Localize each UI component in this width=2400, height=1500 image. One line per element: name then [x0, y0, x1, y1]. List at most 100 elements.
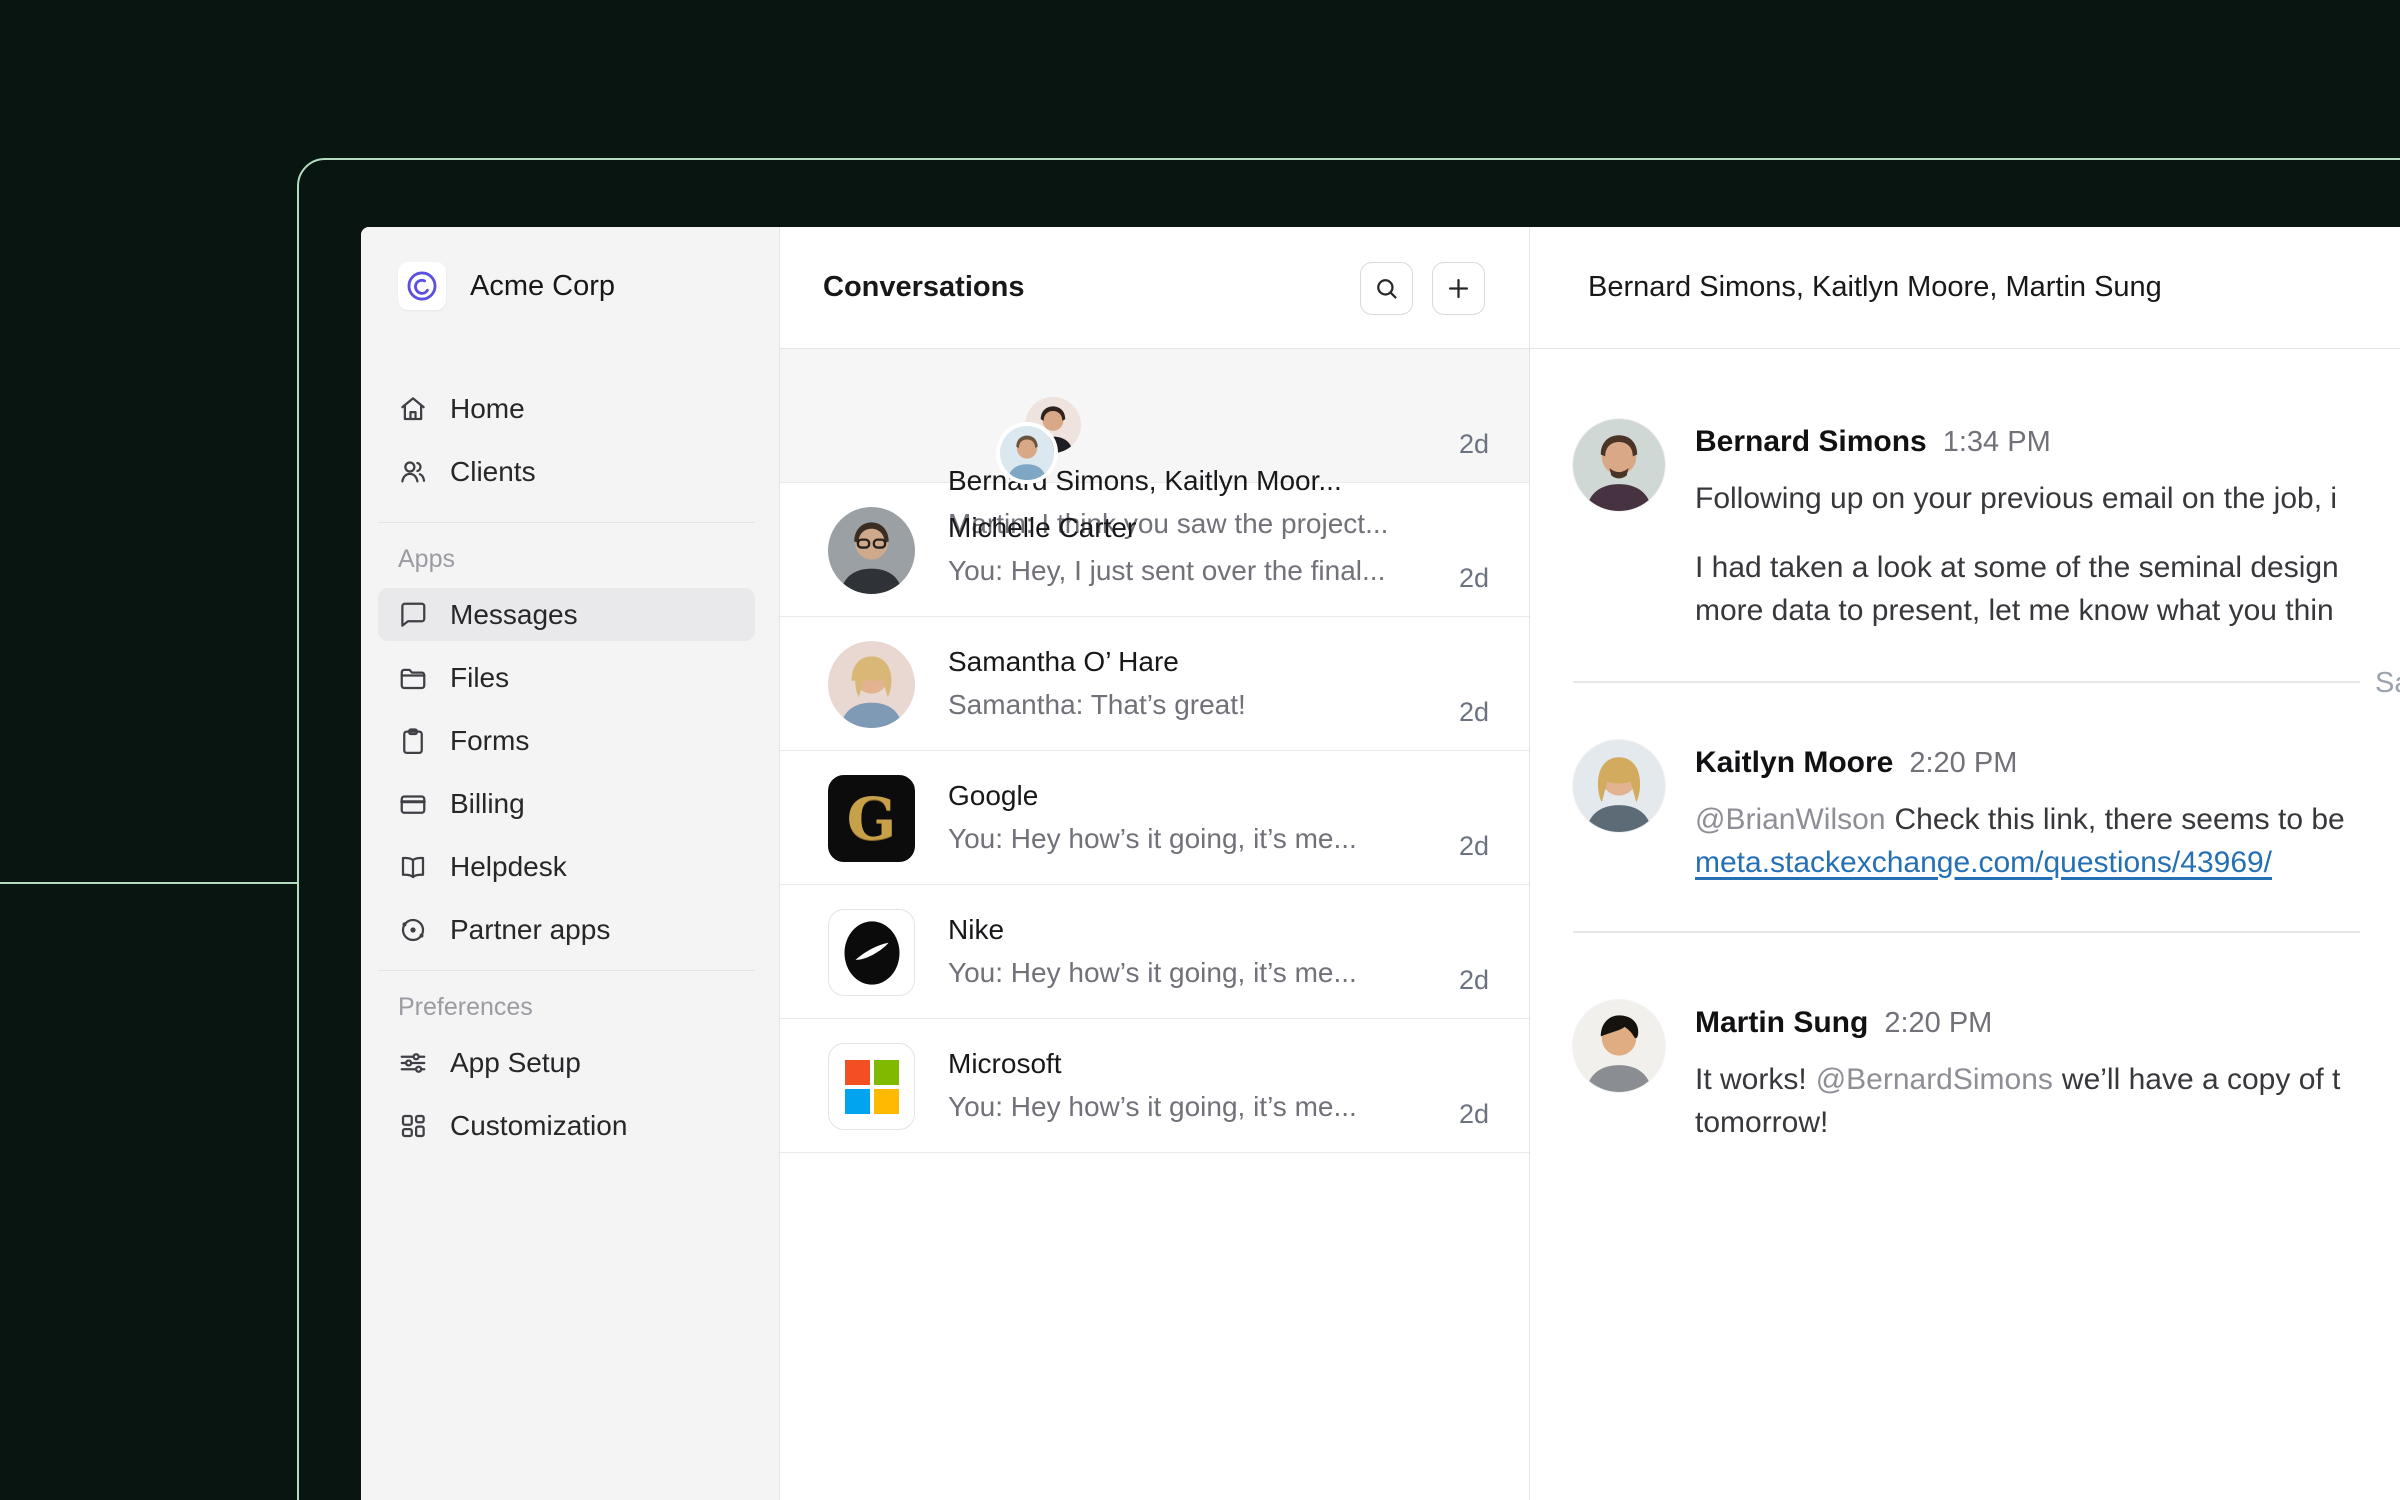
conversation-name: Microsoft — [948, 1048, 1062, 1079]
message-link-line: meta.stackexchange.com/questions/43969/ — [1695, 841, 2345, 884]
conversation-preview: Samantha: That’s great! — [948, 689, 1246, 720]
sidebar-item-label: App Setup — [450, 1046, 581, 1078]
sidebar-divider — [378, 970, 755, 971]
book-open-icon — [401, 856, 425, 878]
brand-name: Acme Corp — [470, 269, 616, 302]
chat-bubble-icon — [401, 602, 426, 627]
sliders-icon — [400, 1052, 426, 1073]
orbit-icon — [401, 918, 425, 941]
sidebar-item-customization[interactable]: Customization — [378, 1099, 755, 1152]
microsoft-logo — [828, 1043, 915, 1130]
sidebar-item-helpdesk[interactable]: Helpdesk — [378, 840, 755, 893]
sidebar-divider — [378, 522, 755, 523]
divider-label: Sa — [2375, 667, 2400, 699]
mention[interactable]: @BrianWilson — [1695, 803, 1886, 836]
message-text-fragment: It works! — [1695, 1063, 1807, 1096]
conversation-time: 2d — [1458, 429, 1489, 459]
sidebar-item-label: Files — [450, 661, 510, 693]
sidebar-item-files[interactable]: Files — [378, 651, 755, 704]
message-time: 1:34 PM — [1942, 426, 2051, 458]
message-kaitlyn-moore: Kaitlyn Moore 2:20 PM @BrianWilson Check t… — [1573, 740, 2345, 884]
sidebar-item-label: Clients — [450, 455, 536, 487]
conversations-title: Conversations — [823, 271, 1025, 303]
message-header: Kaitlyn Moore 2:20 PM — [1695, 744, 2345, 782]
date-divider — [1573, 917, 2400, 947]
conversation-item-samantha-ohare[interactable]: Samantha O’ Hare Samantha: That’s great!… — [780, 617, 1529, 751]
group-avatar — [996, 397, 1083, 484]
mention[interactable]: @BernardSimons — [1816, 1063, 2053, 1096]
sidebar-item-billing[interactable]: Billing — [378, 777, 755, 830]
message-header: Bernard Simons 1:34 PM — [1695, 423, 2339, 461]
conversation-preview: You: Hey how’s it going, it’s me... — [948, 957, 1357, 988]
new-conversation-button[interactable] — [1432, 262, 1485, 315]
date-divider: Sa — [1573, 667, 2400, 699]
avatar — [1573, 1000, 1665, 1092]
message-text-fragment: we’ll have a copy of t — [2061, 1063, 2341, 1096]
layout-grid-icon — [401, 1114, 425, 1137]
sidebar-item-label: Billing — [450, 787, 525, 819]
brand-logo-icon — [398, 262, 446, 310]
conversation-name: Nike — [948, 914, 1005, 945]
message-text: @BrianWilson Check this link, there seems… — [1695, 798, 2345, 841]
avatar — [828, 641, 915, 728]
message-author: Bernard Simons — [1695, 425, 1927, 458]
brand-row: Acme Corp — [361, 262, 779, 310]
sidebar-item-label: Customization — [450, 1109, 628, 1141]
message-text: I had taken a look at some of the semina… — [1695, 551, 2339, 584]
message-text: more data to present, let me know what y… — [1695, 594, 2334, 627]
divider-line — [1573, 931, 2360, 933]
chat-title: Bernard Simons, Kaitlyn Moore, Martin Su… — [1588, 271, 2162, 303]
sidebar-item-messages[interactable]: Messages — [378, 588, 755, 641]
app-window: Acme Corp Home Clients Apps Messages Fil… — [361, 227, 2400, 1500]
message-bernard-simons: Bernard Simons 1:34 PM Following up on yo… — [1573, 419, 2339, 632]
sidebar-item-app-setup[interactable]: App Setup — [378, 1036, 755, 1089]
conversation-item-google[interactable]: G Google You: Hey how’s it going, it’s m… — [780, 751, 1529, 885]
conversation-preview: You: Hey how’s it going, it’s me... — [948, 1091, 1357, 1122]
sidebar-item-forms[interactable]: Forms — [378, 714, 755, 767]
message-text: It works! @BernardSimons we’ll have a copy… — [1695, 1058, 2340, 1101]
message-header: Martin Sung 2:20 PM — [1695, 1004, 2340, 1042]
avatar — [828, 507, 915, 594]
message-author: Martin Sung — [1695, 1006, 1869, 1039]
message-time: 2:20 PM — [1909, 747, 2018, 779]
avatar — [1573, 419, 1665, 511]
divider-line — [1573, 681, 2360, 683]
conversation-preview: You: Hey how’s it going, it’s me... — [948, 823, 1357, 854]
conversation-time: 2d — [1458, 965, 1489, 995]
plus-icon — [1448, 278, 1469, 299]
google-logo: G — [828, 775, 915, 862]
sidebar-item-home[interactable]: Home — [378, 382, 755, 435]
credit-card-icon — [400, 794, 426, 814]
sidebar: Acme Corp Home Clients Apps Messages Fil… — [361, 227, 780, 1500]
home-icon — [401, 396, 425, 420]
sidebar-item-partner-apps[interactable]: Partner apps — [378, 903, 755, 956]
conversation-item-group[interactable]: Bernard Simons, Kaitlyn Moor... Martin: … — [780, 349, 1529, 539]
sidebar-item-label: Messages — [450, 598, 578, 630]
message-time: 2:20 PM — [1884, 1007, 1993, 1039]
search-icon — [1377, 279, 1397, 299]
conversation-item-microsoft[interactable]: Microsoft You: Hey how’s it going, it’s … — [780, 1019, 1529, 1153]
folder-icon — [400, 668, 426, 689]
conversation-name: Michelle Carter — [948, 512, 1137, 543]
nike-logo — [828, 909, 915, 996]
chat-header: Bernard Simons, Kaitlyn Moore, Martin Su… — [1530, 227, 2400, 349]
sidebar-item-clients[interactable]: Clients — [378, 445, 755, 498]
message-author: Kaitlyn Moore — [1695, 746, 1894, 779]
conversation-time: 2d — [1458, 563, 1489, 593]
sidebar-item-label: Partner apps — [450, 913, 611, 945]
conversation-time: 2d — [1458, 831, 1489, 861]
sidebar-item-label: Home — [450, 392, 525, 424]
conversation-item-nike[interactable]: Nike You: Hey how’s it going, it’s me...… — [780, 885, 1529, 1019]
search-button[interactable] — [1360, 262, 1413, 315]
conversation-time: 2d — [1458, 1099, 1489, 1129]
message-text: Following up on your previous email on t… — [1695, 482, 2338, 515]
message-text: tomorrow! — [1695, 1106, 1829, 1139]
users-icon — [401, 460, 426, 482]
conversation-item-michelle-carter[interactable]: Michelle Carter You: Hey, I just sent ov… — [780, 483, 1529, 617]
chat-message-area: Bernard Simons 1:34 PM Following up on yo… — [1530, 349, 2400, 1500]
stackexchange-link[interactable]: meta.stackexchange.com/questions/43969/ — [1695, 846, 2272, 879]
clipboard-icon — [403, 727, 423, 754]
avatar — [1573, 740, 1665, 832]
screenshot-canvas: { "brand": { "name": "Acme Corp" }, "sid… — [0, 0, 2400, 1500]
sidebar-item-label: Forms — [450, 724, 530, 756]
